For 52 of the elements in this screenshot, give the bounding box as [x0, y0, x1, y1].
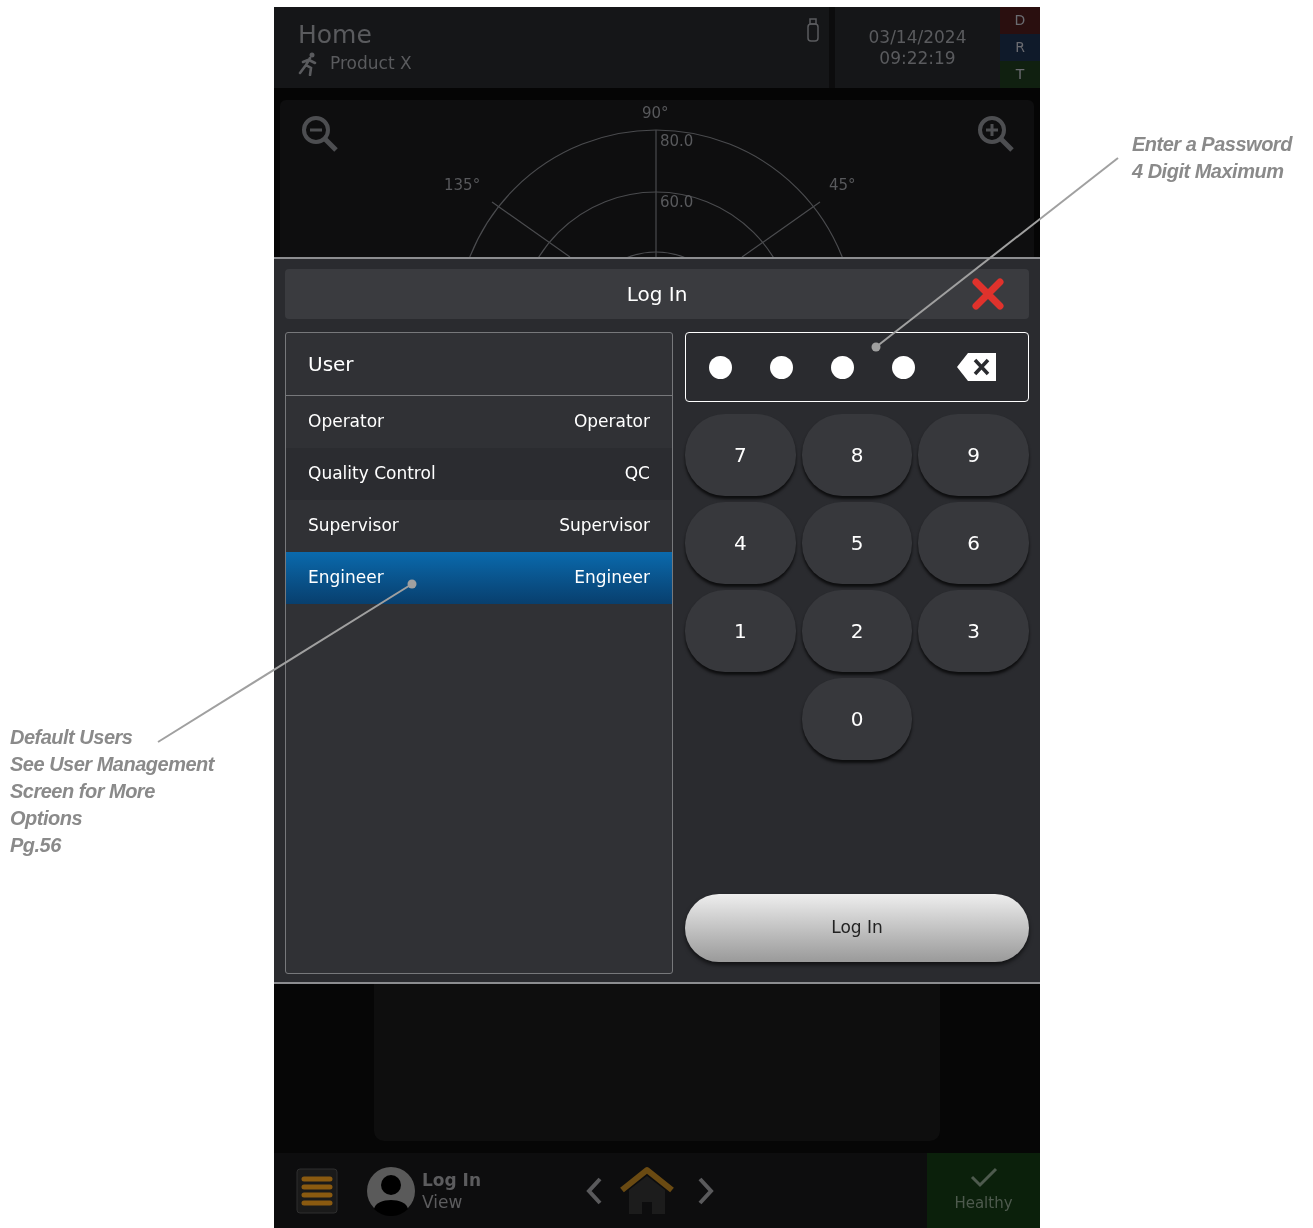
angle-label: 135°: [444, 175, 481, 196]
list-header: User: [308, 351, 354, 378]
user-role: Engineer: [574, 566, 650, 590]
annotation-text: Enter a Password 4 Digit Maximum: [1132, 132, 1294, 184]
keypad-key[interactable]: 4: [685, 502, 796, 584]
keypad-key[interactable]: 9: [918, 414, 1029, 496]
radius-label: 80.0: [660, 131, 694, 152]
angle-label: 90°: [642, 103, 669, 124]
annotation-text: Default Users See User Management Screen for More Options Pg.56: [10, 725, 216, 858]
user-name: Operator: [308, 410, 385, 434]
time-text: 09:22:19: [879, 47, 956, 69]
user-row[interactable]: Quality Control QC: [286, 448, 672, 500]
home-icon[interactable]: [619, 1165, 676, 1216]
close-icon[interactable]: [971, 278, 1005, 310]
user-status-label: Log In: [422, 1168, 482, 1191]
zoom-in-icon[interactable]: [976, 114, 1016, 154]
screen-title: Home: [298, 21, 373, 49]
keypad-key[interactable]: 8: [801, 414, 913, 496]
backspace-icon[interactable]: [956, 351, 998, 383]
zoom-out-icon[interactable]: [300, 114, 340, 154]
user-role: QC: [624, 462, 650, 486]
status-indicator: T: [1000, 61, 1040, 88]
dialog-title: Log In: [626, 281, 688, 308]
keypad-key[interactable]: 3: [918, 590, 1029, 672]
user-name: Quality Control: [308, 462, 436, 486]
user-name: Engineer: [308, 566, 384, 590]
avatar-icon[interactable]: [366, 1165, 416, 1216]
status-indicator: D: [1000, 7, 1040, 34]
user-role: Supervisor: [559, 514, 650, 538]
angle-label: 45°: [829, 175, 856, 196]
keypad-key[interactable]: 0: [801, 678, 913, 760]
date-text: 03/14/2024: [868, 26, 967, 48]
checkmark-icon: [969, 1166, 998, 1189]
keypad-key[interactable]: 7: [685, 414, 796, 496]
login-button[interactable]: Log In: [685, 894, 1029, 962]
keypad-key[interactable]: 1: [685, 590, 796, 672]
chevron-right-icon[interactable]: [697, 1176, 716, 1205]
status-text: Healthy: [954, 1193, 1013, 1215]
menu-icon[interactable]: [296, 1167, 338, 1214]
product-name: Product X: [330, 52, 412, 75]
keypad-key[interactable]: 6: [918, 502, 1029, 584]
keypad-key[interactable]: 5: [801, 502, 913, 584]
usb-drive-icon: [807, 18, 819, 42]
password-field[interactable]: [685, 332, 1029, 402]
chevron-left-icon[interactable]: [585, 1176, 604, 1205]
user-mode-label: View: [422, 1190, 464, 1213]
radius-label: 60.0: [660, 192, 694, 213]
user-row[interactable]: Engineer Engineer: [286, 552, 672, 604]
keypad-key[interactable]: 2: [801, 590, 913, 672]
user-role: Operator: [573, 410, 650, 434]
status-indicator: R: [1000, 34, 1040, 61]
user-name: Supervisor: [308, 514, 399, 538]
